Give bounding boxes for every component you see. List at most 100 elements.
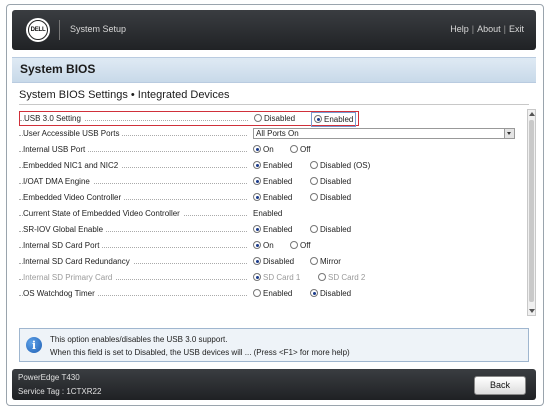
option-label: Off: [300, 145, 311, 154]
setting-label: User Accessible USB Ports: [23, 129, 123, 138]
scroll-down-icon[interactable]: [529, 309, 535, 313]
footer-bar: PowerEdge T430 Service Tag : 1CTXR22 Bac…: [12, 369, 536, 400]
setting-label-text: I/OAT DMA Engine: [23, 177, 93, 186]
usb-ports-dropdown[interactable]: All Ports On: [253, 128, 515, 139]
chevron-down-icon[interactable]: [504, 129, 514, 138]
radio-button[interactable]: [310, 225, 318, 233]
radio-button: [318, 273, 326, 281]
radio-button-selected[interactable]: [253, 161, 261, 169]
option-label: Enabled: [263, 289, 293, 298]
radio-button[interactable]: [254, 114, 262, 122]
radio-button[interactable]: [290, 145, 298, 153]
radio-button[interactable]: [310, 193, 318, 201]
setting-label: OS Watchdog Timer: [23, 289, 98, 298]
setting-label: USB 3.0 Setting: [24, 114, 84, 123]
setting-label: Current State of Embedded Video Controll…: [23, 209, 183, 218]
radio-button-selected[interactable]: [253, 177, 261, 185]
setting-internal-usb: Internal USB Port On Off: [19, 143, 519, 158]
scroll-up-icon[interactable]: [529, 112, 535, 116]
option-label: Enabled: [263, 161, 293, 170]
sriov-enabled-option[interactable]: Enabled: [253, 225, 292, 234]
video-enabled-option[interactable]: Enabled: [253, 193, 292, 202]
info-icon: i: [26, 337, 42, 353]
usb30-disabled-option[interactable]: Disabled: [254, 114, 295, 123]
video-disabled-option[interactable]: Disabled: [310, 193, 351, 202]
radio-button-selected[interactable]: [253, 241, 261, 249]
setting-label-text: SR-IOV Global Enable: [23, 225, 107, 234]
watchdog-enabled-option[interactable]: Enabled: [253, 289, 292, 298]
link-separator: |: [471, 24, 475, 34]
radio-button-selected[interactable]: [253, 193, 261, 201]
radio-button[interactable]: [253, 289, 261, 297]
option-label: SD Card 2: [328, 273, 366, 282]
setting-label: Internal USB Port: [23, 145, 89, 154]
radio-button[interactable]: [310, 177, 318, 185]
scrollbar-thumb[interactable]: [529, 120, 534, 302]
setting-video: Embedded Video Controller Enabled Disabl…: [19, 191, 519, 206]
sd-redundancy-disabled-option[interactable]: Disabled: [253, 257, 294, 266]
dell-logo: DELL: [26, 18, 50, 42]
setting-label-text: Internal SD Card Port: [23, 241, 103, 250]
option-label: Disabled (OS): [320, 161, 371, 170]
back-button[interactable]: Back: [474, 376, 526, 395]
option-label: SD Card 1: [263, 273, 301, 282]
option-label: Off: [300, 241, 311, 250]
radio-button-selected[interactable]: [310, 289, 318, 297]
radio-button[interactable]: [290, 241, 298, 249]
nic-enabled-option[interactable]: Enabled: [253, 161, 292, 170]
ioat-enabled-option[interactable]: Enabled: [253, 177, 292, 186]
setting-label: Internal SD Card Port: [23, 241, 103, 250]
option-label: On: [263, 145, 274, 154]
option-label: Disabled: [320, 289, 352, 298]
sd-port-on-option[interactable]: On: [253, 241, 274, 250]
page-title: System BIOS: [20, 62, 96, 76]
sriov-disabled-option[interactable]: Disabled: [310, 225, 351, 234]
setting-label: Embedded Video Controller: [23, 193, 125, 202]
section-divider: [19, 104, 529, 105]
topbar-divider: [59, 20, 60, 40]
help-link[interactable]: Help: [450, 24, 469, 34]
internal-usb-off-option[interactable]: Off: [290, 145, 311, 154]
help-text-line2: When this field is set to Disabled, the …: [50, 348, 350, 357]
page-header: System BIOS: [12, 57, 536, 83]
nic-disabled-option[interactable]: Disabled (OS): [310, 161, 370, 170]
radio-button-selected[interactable]: [253, 257, 261, 265]
sd-redundancy-mirror-option[interactable]: Mirror: [310, 257, 341, 266]
settings-scrollbar[interactable]: [527, 109, 536, 316]
option-label: Enabled: [263, 225, 293, 234]
setting-label-text: OS Watchdog Timer: [23, 289, 98, 298]
setting-nic: Embedded NIC1 and NIC2 Enabled Disabled …: [19, 159, 519, 174]
server-model: PowerEdge T430: [18, 373, 80, 382]
option-label: Disabled: [263, 257, 295, 266]
setting-label: Embedded NIC1 and NIC2: [23, 161, 122, 170]
setting-label-text: USB 3.0 Setting: [24, 114, 84, 123]
watchdog-disabled-option[interactable]: Disabled: [310, 289, 351, 298]
setting-label: Internal SD Primary Card: [23, 273, 116, 282]
option-label: Enabled: [263, 193, 293, 202]
link-separator: |: [503, 24, 506, 34]
exit-link[interactable]: Exit: [509, 24, 524, 34]
radio-button[interactable]: [310, 161, 318, 169]
sd-primary-card1-option: SD Card 1: [253, 273, 300, 282]
option-label: On: [263, 241, 274, 250]
setting-label-text: Internal SD Primary Card: [23, 273, 116, 282]
ioat-disabled-option[interactable]: Disabled: [310, 177, 351, 186]
sd-port-off-option[interactable]: Off: [290, 241, 311, 250]
setting-label: SR-IOV Global Enable: [23, 225, 107, 234]
radio-button-selected[interactable]: [314, 115, 322, 123]
settings-list: USB 3.0 Setting Disabled Enabled User Ac…: [19, 109, 527, 324]
option-label: Disabled: [264, 114, 296, 123]
help-text-line1: This option enables/disables the USB 3.0…: [50, 335, 228, 344]
option-label: Enabled: [263, 177, 293, 186]
radio-button-selected[interactable]: [253, 145, 261, 153]
setting-usb30: USB 3.0 Setting Disabled Enabled: [19, 111, 359, 127]
setting-label: Internal SD Card Redundancy: [23, 257, 133, 266]
radio-button-selected[interactable]: [253, 225, 261, 233]
usb30-enabled-option[interactable]: Enabled: [311, 112, 357, 127]
about-link[interactable]: About: [477, 24, 501, 34]
option-label: Enabled: [324, 115, 354, 124]
option-label: Disabled: [320, 177, 352, 186]
option-label: Disabled: [320, 193, 352, 202]
internal-usb-on-option[interactable]: On: [253, 145, 274, 154]
radio-button[interactable]: [310, 257, 318, 265]
